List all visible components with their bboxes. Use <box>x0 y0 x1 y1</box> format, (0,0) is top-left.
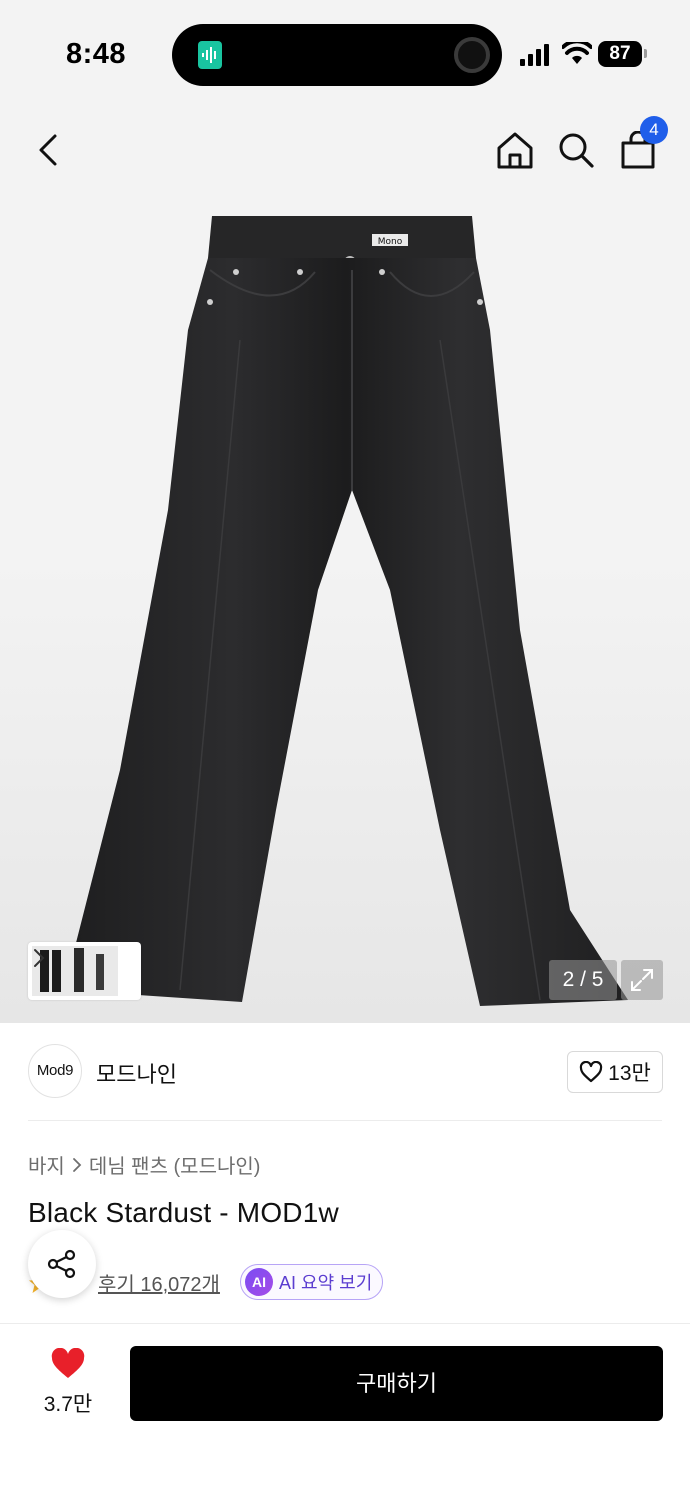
chevron-right-icon <box>72 1157 82 1172</box>
battery-tip <box>644 49 647 58</box>
product-meta-row: 후기 16,072개 AI AI 요약 보기 <box>28 1262 648 1302</box>
ai-summary-label: AI 요약 보기 <box>279 1273 373 1293</box>
home-button[interactable] <box>491 126 539 174</box>
wifi-icon <box>562 42 592 64</box>
cart-button[interactable]: 4 <box>614 116 668 174</box>
breadcrumb-category[interactable]: 바지 <box>28 1150 65 1179</box>
buy-button[interactable]: 구매하기 <box>130 1346 663 1421</box>
chevron-right-icon <box>34 949 45 967</box>
share-button[interactable] <box>28 1230 96 1298</box>
ai-badge-icon: AI <box>245 1268 273 1296</box>
heart-filled-icon[interactable] <box>50 1348 86 1380</box>
home-icon <box>497 132 533 169</box>
divider <box>28 1120 662 1121</box>
brand-name[interactable]: 모드나인 <box>96 1057 177 1089</box>
camera-ring-icon <box>454 37 490 73</box>
audio-app-icon <box>198 41 222 69</box>
fullscreen-button[interactable] <box>621 960 663 1000</box>
breadcrumb-subcategory[interactable]: 데님 팬츠 (모드나인) <box>89 1150 261 1179</box>
brand-like-button[interactable]: 13만 <box>567 1051 663 1093</box>
product-title: Black Stardust - MOD1w <box>28 1197 339 1228</box>
status-time: 8:48 <box>66 38 127 70</box>
svg-text:Mono: Mono <box>378 237 403 247</box>
reviews-link[interactable]: 후기 16,072개 <box>98 1268 220 1297</box>
expand-icon <box>631 969 653 991</box>
heart-outline-icon <box>580 1061 603 1083</box>
brand-like-count: 13만 <box>608 1062 651 1085</box>
product-image-jeans: Mono <box>64 216 628 1006</box>
brand-logo[interactable]: Mod9 <box>28 1044 82 1098</box>
bottom-action-bar: 3.7만 구매하기 <box>0 1324 690 1500</box>
signal-icon <box>520 44 549 66</box>
breadcrumb: 바지 데님 팬츠 (모드나인) <box>28 1150 260 1179</box>
dynamic-island <box>172 24 502 86</box>
product-image-gallery[interactable]: 8:48 87 4 Mono 2 / 5 <box>0 0 690 1023</box>
chevron-left-icon <box>39 134 57 166</box>
search-icon <box>559 133 594 168</box>
top-navigation: 4 <box>0 116 690 184</box>
favorite-count: 3.7만 <box>43 1393 93 1416</box>
brand-row: Mod9 모드나인 13만 <box>0 1023 690 1121</box>
image-counter: 2 / 5 <box>549 960 617 1000</box>
back-button[interactable] <box>24 126 72 174</box>
thumbnail-strip[interactable] <box>28 942 141 1000</box>
search-button[interactable] <box>552 126 600 174</box>
ai-summary-button[interactable]: AI AI 요약 보기 <box>240 1264 384 1300</box>
share-icon <box>47 1249 76 1279</box>
battery-level: 87 <box>598 41 642 67</box>
status-bar: 8:48 87 <box>0 0 690 110</box>
cart-count-badge: 4 <box>640 116 668 144</box>
